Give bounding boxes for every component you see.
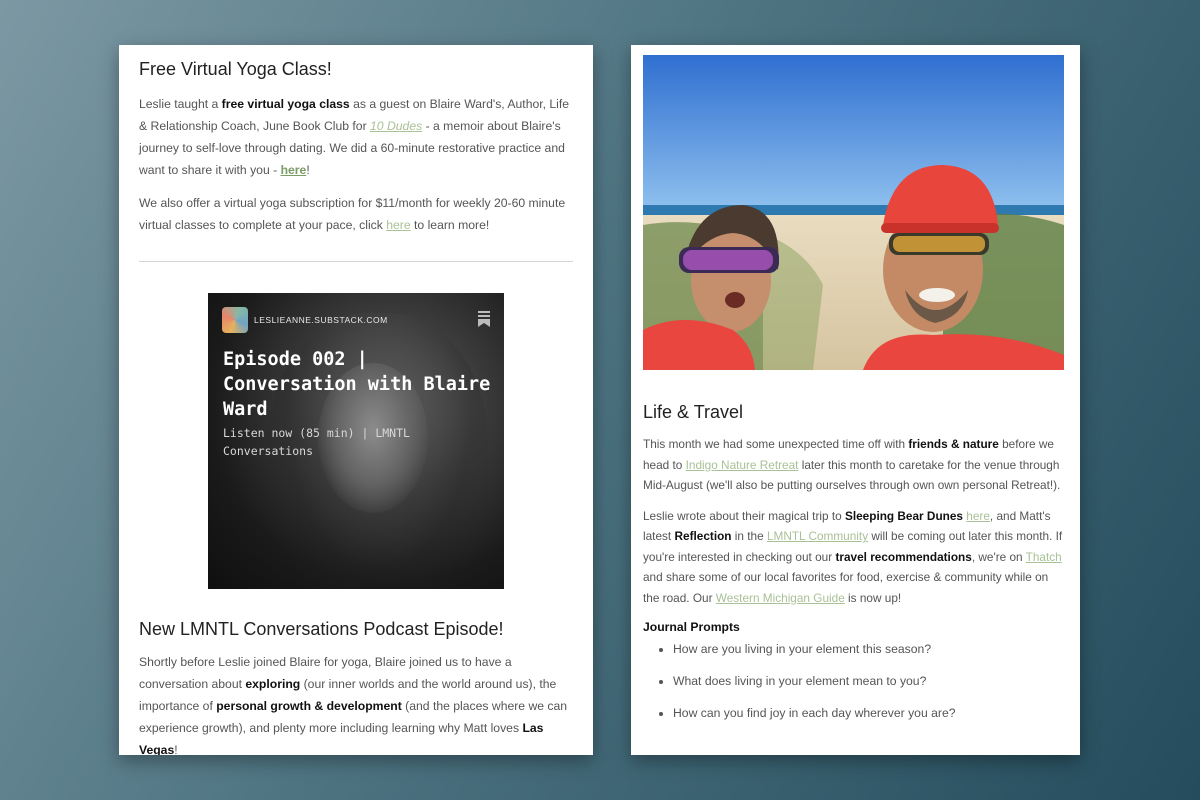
podcast-section-title: New LMNTL Conversations Podcast Episode! [139, 619, 504, 639]
travel-selfie-illustration [643, 55, 1064, 370]
journal-prompts-heading: Journal Prompts [643, 620, 740, 634]
life-travel-paragraph-1: This month we had some unexpected time o… [643, 437, 1061, 492]
podcast-site-label: LESLIEANNE.SUBSTACK.COM [254, 315, 388, 325]
podcast-paragraph: Shortly before Leslie joined Blaire for … [139, 655, 568, 755]
thatch-link[interactable]: Thatch [1026, 550, 1062, 564]
list-item: How are you living in your element this … [673, 640, 1066, 658]
life-travel-paragraph-2: Leslie wrote about their magical trip to… [643, 508, 1063, 605]
section-divider [139, 261, 573, 262]
travel-selfie-photo [643, 55, 1064, 370]
podcast-episode-card[interactable]: LESLIEANNE.SUBSTACK.COM Episode 002 | Co… [208, 293, 504, 589]
ten-dudes-link[interactable]: 10 Dudes [370, 119, 422, 133]
yoga-section-title: Free Virtual Yoga Class! [139, 59, 332, 79]
bookmark-icon[interactable] [478, 311, 490, 327]
right-newsletter-panel: Life & Travel This month we had some une… [631, 45, 1080, 755]
sleeping-bear-here-link[interactable]: here [966, 509, 990, 523]
substack-logo-icon [222, 307, 248, 333]
list-item: How can you find joy in each day whereve… [673, 704, 1066, 722]
yoga-class-here-link[interactable]: here [281, 163, 307, 177]
yoga-paragraph-2: We also offer a virtual yoga subscriptio… [139, 196, 566, 232]
indigo-nature-retreat-link[interactable]: Indigo Nature Retreat [686, 458, 799, 472]
podcast-card-title: Episode 002 | Conversation with Blaire W… [223, 349, 491, 420]
journal-prompts-list: How are you living in your element this … [643, 640, 1066, 722]
list-item: What does living in your element mean to… [673, 672, 1066, 690]
left-newsletter-panel: Free Virtual Yoga Class! Leslie taught a… [119, 45, 593, 755]
western-michigan-guide-link[interactable]: Western Michigan Guide [716, 591, 845, 605]
lmntl-community-link[interactable]: LMNTL Community [767, 529, 868, 543]
yoga-paragraph-1: Leslie taught a free virtual yoga class … [139, 97, 570, 177]
life-travel-title: Life & Travel [643, 402, 744, 422]
podcast-card-subtitle: Listen now (85 min) | LMNTL Conversation… [223, 426, 410, 458]
subscription-here-link[interactable]: here [386, 218, 410, 232]
